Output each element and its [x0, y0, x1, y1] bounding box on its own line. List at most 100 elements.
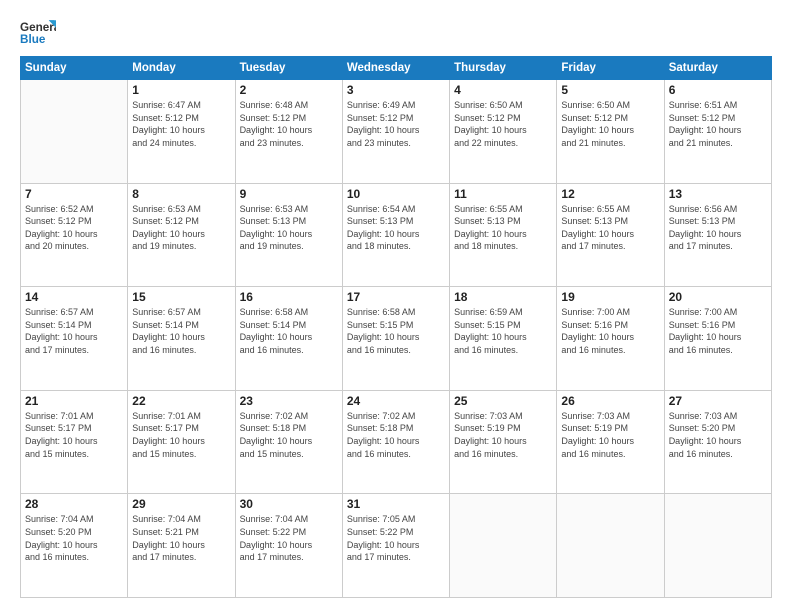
day-cell: [664, 494, 771, 598]
day-cell: [557, 494, 664, 598]
weekday-header-wednesday: Wednesday: [342, 57, 449, 80]
day-info: Sunrise: 6:51 AM Sunset: 5:12 PM Dayligh…: [669, 99, 767, 149]
day-number: 2: [240, 83, 338, 97]
day-number: 3: [347, 83, 445, 97]
day-info: Sunrise: 6:53 AM Sunset: 5:13 PM Dayligh…: [240, 203, 338, 253]
day-number: 16: [240, 290, 338, 304]
day-cell: 23 Sunrise: 7:02 AM Sunset: 5:18 PM Dayli…: [235, 390, 342, 494]
day-info: Sunrise: 7:03 AM Sunset: 5:19 PM Dayligh…: [561, 410, 659, 460]
day-cell: 20 Sunrise: 7:00 AM Sunset: 5:16 PM Dayli…: [664, 287, 771, 391]
day-info: Sunrise: 6:53 AM Sunset: 5:12 PM Dayligh…: [132, 203, 230, 253]
day-number: 8: [132, 187, 230, 201]
day-number: 10: [347, 187, 445, 201]
weekday-header-sunday: Sunday: [21, 57, 128, 80]
logo-icon: General Blue: [20, 18, 56, 46]
week-row-4: 21 Sunrise: 7:01 AM Sunset: 5:17 PM Dayli…: [21, 390, 772, 494]
day-cell: 14Sunrise: 6:57 AM Sunset: 5:14 PM Dayli…: [21, 287, 128, 391]
day-info: Sunrise: 7:00 AM Sunset: 5:16 PM Dayligh…: [561, 306, 659, 356]
day-number: 26: [561, 394, 659, 408]
week-row-2: 7Sunrise: 6:52 AM Sunset: 5:12 PM Daylig…: [21, 183, 772, 287]
day-number: 22: [132, 394, 230, 408]
weekday-header-saturday: Saturday: [664, 57, 771, 80]
weekday-header-thursday: Thursday: [450, 57, 557, 80]
day-number: 28: [25, 497, 123, 511]
day-number: 24: [347, 394, 445, 408]
day-cell: 5Sunrise: 6:50 AM Sunset: 5:12 PM Daylig…: [557, 80, 664, 184]
week-row-5: 28 Sunrise: 7:04 AM Sunset: 5:20 PM Dayli…: [21, 494, 772, 598]
day-info: Sunrise: 7:01 AM Sunset: 5:17 PM Dayligh…: [25, 410, 123, 460]
weekday-header-tuesday: Tuesday: [235, 57, 342, 80]
weekday-header-friday: Friday: [557, 57, 664, 80]
day-info: Sunrise: 6:55 AM Sunset: 5:13 PM Dayligh…: [454, 203, 552, 253]
day-cell: 29Sunrise: 7:04 AM Sunset: 5:21 PM Dayli…: [128, 494, 235, 598]
day-info: Sunrise: 6:55 AM Sunset: 5:13 PM Dayligh…: [561, 203, 659, 253]
day-number: 21: [25, 394, 123, 408]
day-cell: 25Sunrise: 7:03 AM Sunset: 5:19 PM Dayli…: [450, 390, 557, 494]
day-info: Sunrise: 6:47 AM Sunset: 5:12 PM Dayligh…: [132, 99, 230, 149]
day-cell: [450, 494, 557, 598]
day-info: Sunrise: 7:04 AM Sunset: 5:20 PM Dayligh…: [25, 513, 123, 563]
logo: General Blue: [20, 18, 62, 46]
calendar-page: General Blue SundayMondayTuesdayWednesda…: [0, 0, 792, 612]
day-number: 23: [240, 394, 338, 408]
day-cell: 1 Sunrise: 6:47 AM Sunset: 5:12 PM Daylig…: [128, 80, 235, 184]
day-cell: [21, 80, 128, 184]
day-number: 7: [25, 187, 123, 201]
day-cell: 28 Sunrise: 7:04 AM Sunset: 5:20 PM Dayli…: [21, 494, 128, 598]
day-info: Sunrise: 6:58 AM Sunset: 5:14 PM Dayligh…: [240, 306, 338, 356]
day-info: Sunrise: 6:54 AM Sunset: 5:13 PM Dayligh…: [347, 203, 445, 253]
day-cell: 19 Sunrise: 7:00 AM Sunset: 5:16 PM Dayli…: [557, 287, 664, 391]
day-info: Sunrise: 7:01 AM Sunset: 5:17 PM Dayligh…: [132, 410, 230, 460]
day-number: 18: [454, 290, 552, 304]
weekday-header-row: SundayMondayTuesdayWednesdayThursdayFrid…: [21, 57, 772, 80]
day-cell: 15Sunrise: 6:57 AM Sunset: 5:14 PM Dayli…: [128, 287, 235, 391]
day-number: 9: [240, 187, 338, 201]
day-info: Sunrise: 7:00 AM Sunset: 5:16 PM Dayligh…: [669, 306, 767, 356]
day-info: Sunrise: 6:50 AM Sunset: 5:12 PM Dayligh…: [454, 99, 552, 149]
day-cell: 9 Sunrise: 6:53 AM Sunset: 5:13 PM Daylig…: [235, 183, 342, 287]
day-cell: 26 Sunrise: 7:03 AM Sunset: 5:19 PM Dayli…: [557, 390, 664, 494]
day-number: 20: [669, 290, 767, 304]
day-number: 1: [132, 83, 230, 97]
day-number: 12: [561, 187, 659, 201]
day-number: 27: [669, 394, 767, 408]
day-number: 6: [669, 83, 767, 97]
svg-text:Blue: Blue: [20, 33, 46, 46]
weekday-header-monday: Monday: [128, 57, 235, 80]
day-cell: 11 Sunrise: 6:55 AM Sunset: 5:13 PM Dayli…: [450, 183, 557, 287]
day-number: 29: [132, 497, 230, 511]
day-cell: 8 Sunrise: 6:53 AM Sunset: 5:12 PM Daylig…: [128, 183, 235, 287]
day-cell: 31 Sunrise: 7:05 AM Sunset: 5:22 PM Dayli…: [342, 494, 449, 598]
day-number: 15: [132, 290, 230, 304]
calendar-table: SundayMondayTuesdayWednesdayThursdayFrid…: [20, 56, 772, 598]
day-cell: 4 Sunrise: 6:50 AM Sunset: 5:12 PM Daylig…: [450, 80, 557, 184]
day-number: 11: [454, 187, 552, 201]
day-info: Sunrise: 7:02 AM Sunset: 5:18 PM Dayligh…: [347, 410, 445, 460]
day-info: Sunrise: 6:50 AM Sunset: 5:12 PM Dayligh…: [561, 99, 659, 149]
day-number: 31: [347, 497, 445, 511]
day-number: 30: [240, 497, 338, 511]
day-info: Sunrise: 7:03 AM Sunset: 5:19 PM Dayligh…: [454, 410, 552, 460]
day-info: Sunrise: 6:57 AM Sunset: 5:14 PM Dayligh…: [25, 306, 123, 356]
day-cell: 3Sunrise: 6:49 AM Sunset: 5:12 PM Daylig…: [342, 80, 449, 184]
day-info: Sunrise: 7:05 AM Sunset: 5:22 PM Dayligh…: [347, 513, 445, 563]
header: General Blue: [20, 18, 772, 46]
day-cell: 13 Sunrise: 6:56 AM Sunset: 5:13 PM Dayli…: [664, 183, 771, 287]
day-number: 13: [669, 187, 767, 201]
day-info: Sunrise: 6:58 AM Sunset: 5:15 PM Dayligh…: [347, 306, 445, 356]
day-cell: 22 Sunrise: 7:01 AM Sunset: 5:17 PM Dayli…: [128, 390, 235, 494]
week-row-3: 14Sunrise: 6:57 AM Sunset: 5:14 PM Dayli…: [21, 287, 772, 391]
day-info: Sunrise: 7:04 AM Sunset: 5:22 PM Dayligh…: [240, 513, 338, 563]
day-cell: 10 Sunrise: 6:54 AM Sunset: 5:13 PM Dayli…: [342, 183, 449, 287]
day-cell: 12 Sunrise: 6:55 AM Sunset: 5:13 PM Dayli…: [557, 183, 664, 287]
day-cell: 16 Sunrise: 6:58 AM Sunset: 5:14 PM Dayli…: [235, 287, 342, 391]
day-cell: 7Sunrise: 6:52 AM Sunset: 5:12 PM Daylig…: [21, 183, 128, 287]
week-row-1: 1 Sunrise: 6:47 AM Sunset: 5:12 PM Daylig…: [21, 80, 772, 184]
day-number: 19: [561, 290, 659, 304]
day-info: Sunrise: 6:56 AM Sunset: 5:13 PM Dayligh…: [669, 203, 767, 253]
day-cell: 30 Sunrise: 7:04 AM Sunset: 5:22 PM Dayli…: [235, 494, 342, 598]
day-cell: 18Sunrise: 6:59 AM Sunset: 5:15 PM Dayli…: [450, 287, 557, 391]
day-info: Sunrise: 7:02 AM Sunset: 5:18 PM Dayligh…: [240, 410, 338, 460]
day-number: 4: [454, 83, 552, 97]
day-cell: 6 Sunrise: 6:51 AM Sunset: 5:12 PM Daylig…: [664, 80, 771, 184]
